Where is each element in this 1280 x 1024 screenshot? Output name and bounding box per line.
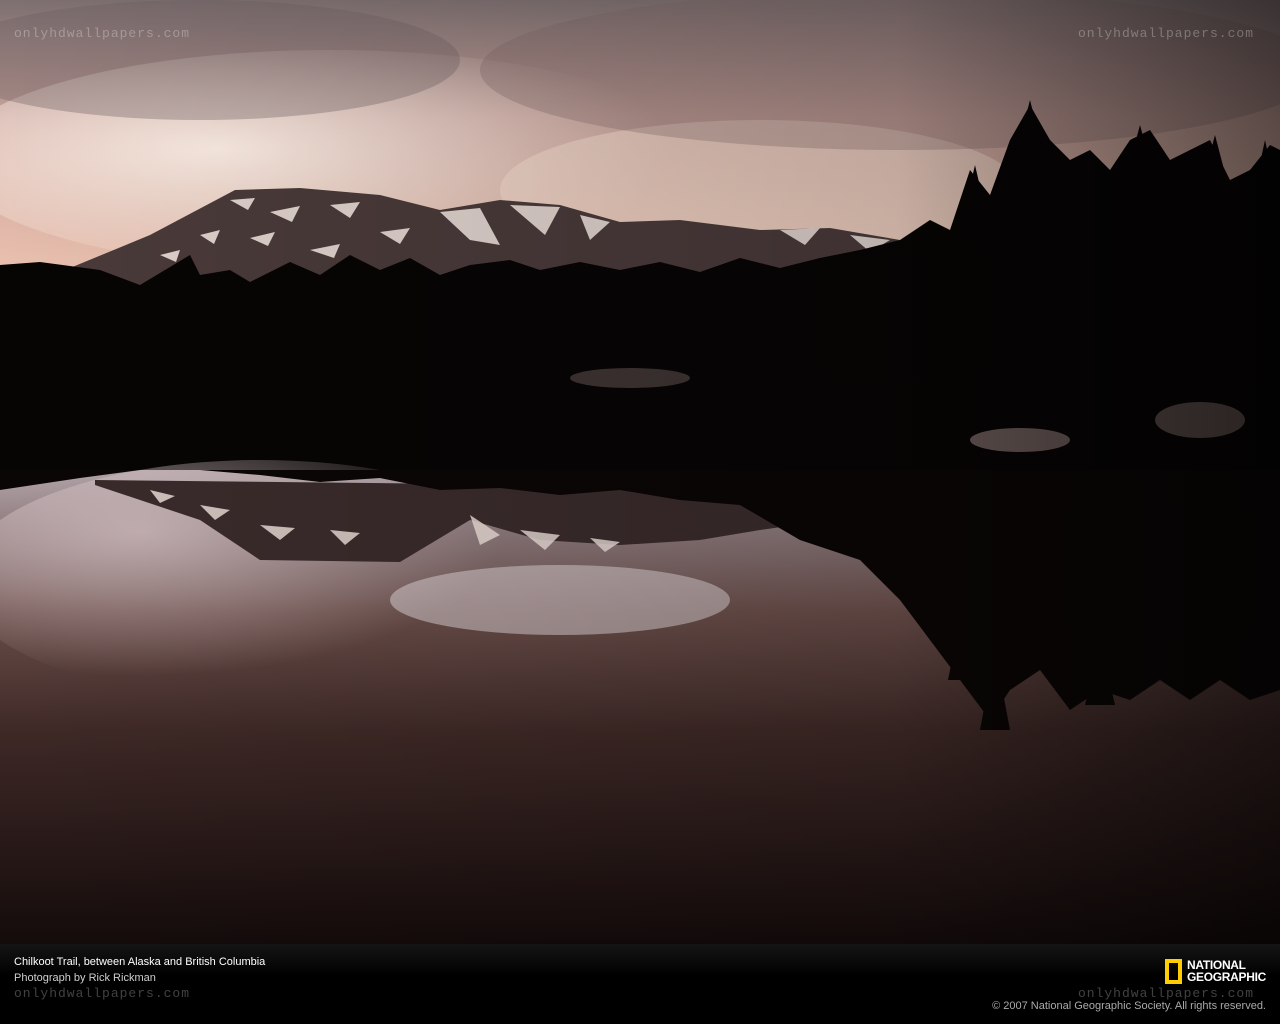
- watermark-top-left: onlyhdwallpapers.com: [14, 26, 191, 41]
- national-geographic-logo: NATIONAL GEOGRAPHIC: [1165, 955, 1266, 987]
- landscape-photo: [0, 0, 1280, 944]
- caption-credit: Photograph by Rick Rickman: [14, 972, 156, 984]
- logo-text: NATIONAL GEOGRAPHIC: [1187, 959, 1266, 983]
- watermark-top-right: onlyhdwallpapers.com: [1077, 26, 1254, 41]
- yellow-border-icon: [1165, 958, 1182, 984]
- logo-line-2: GEOGRAPHIC: [1187, 970, 1267, 984]
- copyright-notice: © 2007 National Geographic Society. All …: [992, 1000, 1266, 1012]
- watermark-bottom-left: onlyhdwallpapers.com: [14, 986, 191, 1001]
- watermark-bottom-right: onlyhdwallpapers.com: [1077, 986, 1254, 1001]
- caption-title: Chilkoot Trail, between Alaska and Briti…: [14, 956, 266, 968]
